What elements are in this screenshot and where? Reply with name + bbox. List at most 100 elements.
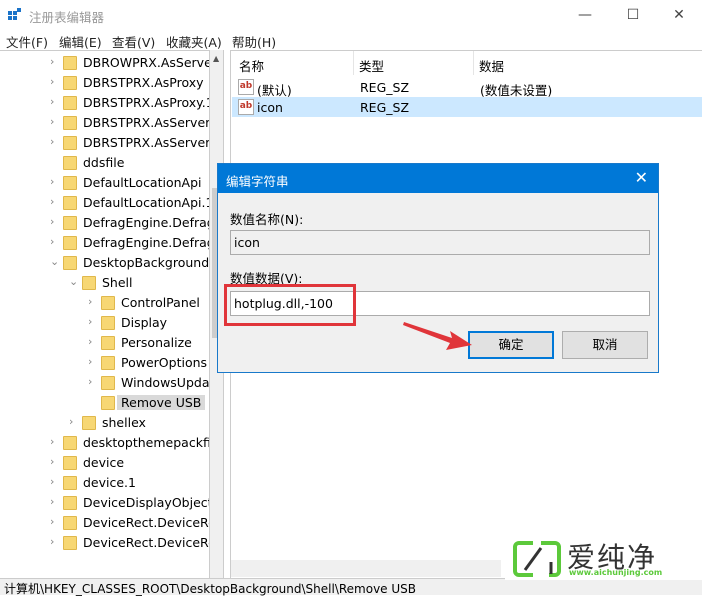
- close-button[interactable]: ✕: [664, 4, 694, 26]
- tree-item[interactable]: › DBRSTPRX.AsServer.1: [0, 133, 210, 153]
- tree-item[interactable]: › DBRSTPRX.AsServer: [0, 113, 210, 133]
- tree-item[interactable]: › Personalize: [0, 333, 209, 353]
- value-row-selected[interactable]: ab icon REG_SZ: [232, 97, 702, 117]
- tree-item-label: DBRSTPRX.AsServer: [83, 115, 210, 130]
- chevron-right-icon[interactable]: ›: [50, 515, 54, 528]
- chevron-right-icon[interactable]: ›: [88, 315, 92, 328]
- tree-item-label: WindowsUpdat: [121, 375, 210, 390]
- tree-item[interactable]: › ControlPanel: [0, 293, 209, 313]
- tree-item[interactable]: › DBRSTPRX.AsProxy.1: [0, 93, 210, 113]
- column-type[interactable]: 类型: [359, 56, 384, 75]
- tree-item[interactable]: › DefragEngine.Defragl: [0, 233, 209, 253]
- folder-icon: [101, 396, 115, 410]
- tree-item-label: desktopthemepackfile: [83, 435, 210, 450]
- chevron-right-icon[interactable]: ›: [88, 355, 92, 368]
- menu-view[interactable]: 查看(V): [112, 32, 155, 51]
- chevron-right-icon[interactable]: ›: [50, 495, 54, 508]
- tree-item-label: DBRSTPRX.AsServer.1: [83, 135, 210, 150]
- folder-icon: [63, 96, 77, 110]
- folder-icon: [63, 156, 77, 170]
- chevron-right-icon[interactable]: ›: [50, 55, 54, 68]
- chevron-right-icon[interactable]: ›: [88, 375, 92, 388]
- chevron-right-icon[interactable]: ›: [50, 75, 54, 88]
- value-row[interactable]: ab (默认) REG_SZ (数值未设置): [232, 77, 702, 98]
- tree-item[interactable]: › device: [0, 453, 209, 473]
- string-value-icon: ab: [238, 79, 254, 95]
- value-name-field: icon: [230, 230, 650, 255]
- tree-item[interactable]: › DBRSTPRX.AsProxy: [0, 73, 209, 93]
- chevron-right-icon[interactable]: ›: [50, 455, 54, 468]
- tree-item-label: device: [83, 455, 125, 470]
- values-hscrollbar[interactable]: [231, 560, 501, 577]
- tree-item-label: ControlPanel: [121, 295, 200, 310]
- registry-tree[interactable]: › DBROWPRX.AsServer › DBRSTPRX.AsProxy › DBRS…: [0, 50, 210, 578]
- tree-item-label: PowerOptions: [121, 355, 208, 370]
- value-type: REG_SZ: [360, 80, 410, 95]
- column-divider[interactable]: [473, 51, 474, 75]
- chevron-right-icon[interactable]: ›: [88, 295, 92, 308]
- chevron-right-icon[interactable]: ›: [50, 475, 54, 488]
- tree-item[interactable]: ddsfile: [0, 153, 209, 173]
- menu-file[interactable]: 文件(F): [6, 32, 48, 51]
- tree-item-label: ddsfile: [83, 155, 125, 170]
- menu-edit[interactable]: 编辑(E): [59, 32, 102, 51]
- chevron-right-icon[interactable]: ›: [50, 135, 54, 148]
- chevron-down-icon[interactable]: ⌄: [50, 255, 59, 268]
- tree-item-label: DeviceDisplayObject: [83, 495, 210, 510]
- tree-item[interactable]: ⌄ DesktopBackground: [0, 253, 209, 273]
- tree-item[interactable]: › Display: [0, 313, 209, 333]
- column-name[interactable]: 名称: [239, 56, 264, 75]
- chevron-right-icon[interactable]: ›: [50, 235, 54, 248]
- folder-icon: [63, 196, 77, 210]
- folder-icon: [101, 316, 115, 330]
- window-title: 注册表编辑器: [29, 10, 105, 25]
- value-type: REG_SZ: [360, 100, 410, 115]
- tree-item-label: DBRSTPRX.AsProxy.1: [83, 95, 210, 110]
- chevron-right-icon[interactable]: ›: [88, 335, 92, 348]
- column-data[interactable]: 数据: [479, 56, 504, 75]
- dialog-close-icon[interactable]: ✕: [635, 168, 648, 187]
- tree-item[interactable]: › DeviceRect.DeviceRec: [0, 533, 210, 553]
- tree-item[interactable]: › DefaultLocationApi: [0, 173, 209, 193]
- tree-item[interactable]: › desktopthemepackfile: [0, 433, 210, 453]
- status-bar: 计算机\HKEY_CLASSES_ROOT\DesktopBackground\…: [0, 578, 702, 596]
- regedit-icon: [8, 8, 21, 20]
- value-name: icon: [257, 100, 283, 115]
- tree-item[interactable]: › WindowsUpdat: [0, 373, 210, 393]
- chevron-right-icon[interactable]: ›: [50, 215, 54, 228]
- tree-item-label: Shell: [102, 275, 133, 290]
- tree-item[interactable]: › DefaultLocationApi.1: [0, 193, 209, 213]
- chevron-right-icon[interactable]: ›: [50, 95, 54, 108]
- watermark-logo: 爱纯净 www.aichunjing.com: [505, 538, 702, 580]
- tree-item[interactable]: › DeviceRect.DeviceRec: [0, 513, 209, 533]
- chevron-right-icon[interactable]: ›: [50, 195, 54, 208]
- chevron-down-icon[interactable]: ⌄: [69, 275, 78, 288]
- tree-item[interactable]: › PowerOptions: [0, 353, 209, 373]
- folder-icon: [63, 496, 77, 510]
- minimize-button[interactable]: —: [570, 4, 600, 26]
- tree-item[interactable]: Remove USB: [0, 393, 209, 413]
- tree-item[interactable]: › DeviceDisplayObject: [0, 493, 210, 513]
- menu-favorites[interactable]: 收藏夹(A): [166, 32, 222, 51]
- tree-item[interactable]: ⌄ Shell: [0, 273, 209, 293]
- menu-help[interactable]: 帮助(H): [232, 32, 276, 51]
- tree-item[interactable]: › shellex: [0, 413, 209, 433]
- string-value-icon: ab: [238, 99, 254, 115]
- tree-item[interactable]: › device.1: [0, 473, 209, 493]
- tree-item-label: DeviceRect.DeviceRec: [83, 535, 210, 550]
- chevron-right-icon[interactable]: ›: [50, 535, 54, 548]
- column-divider[interactable]: [353, 51, 354, 75]
- red-arrow-icon: [403, 322, 472, 350]
- tree-item[interactable]: › DBROWPRX.AsServer: [0, 53, 209, 73]
- folder-icon: [101, 336, 115, 350]
- tree-item[interactable]: › DefragEngine.Defragl: [0, 213, 209, 233]
- cancel-button[interactable]: 取消: [562, 331, 648, 359]
- ok-button[interactable]: 确定: [468, 331, 554, 359]
- chevron-right-icon[interactable]: ›: [50, 115, 54, 128]
- maximize-button[interactable]: ☐: [618, 4, 648, 26]
- chevron-right-icon[interactable]: ›: [69, 415, 73, 428]
- chevron-right-icon[interactable]: ›: [50, 435, 54, 448]
- scroll-up-icon[interactable]: ▲: [213, 54, 219, 63]
- tree-item-label: Personalize: [121, 335, 192, 350]
- chevron-right-icon[interactable]: ›: [50, 175, 54, 188]
